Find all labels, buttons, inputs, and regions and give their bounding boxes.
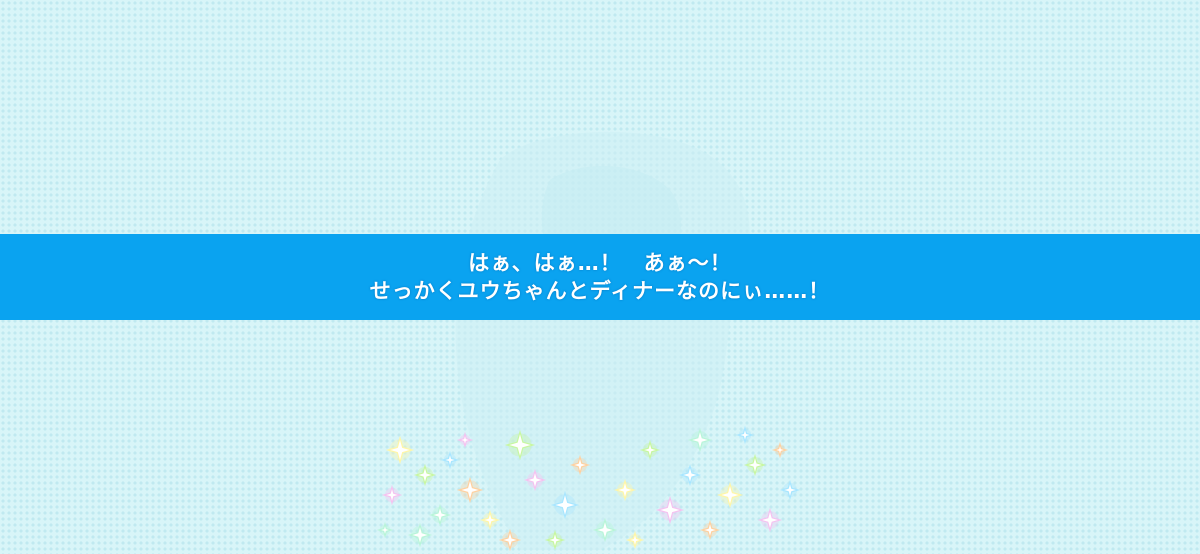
sparkle-star xyxy=(735,425,755,445)
sparkle-star xyxy=(385,435,415,465)
sparkle-star xyxy=(678,463,702,487)
sparkle-star xyxy=(550,490,580,520)
sparkle-star xyxy=(440,450,460,470)
sparkle-star xyxy=(743,453,767,477)
sparkle-star xyxy=(479,509,501,531)
character-silhouette xyxy=(455,131,750,550)
sparkle-star xyxy=(428,503,452,527)
dialogue-box[interactable]: はぁ、はぁ…！ あぁ～！ せっかくユウちゃんとディナーなのにぃ……！ xyxy=(0,234,1200,320)
sparkle-star xyxy=(376,521,394,539)
sparkle-star xyxy=(381,484,403,506)
sparkle-star xyxy=(699,519,721,541)
sparkle-star xyxy=(456,431,474,449)
sparkle-star xyxy=(413,463,437,487)
sparkle-star xyxy=(655,495,685,525)
sparkle-star xyxy=(592,517,618,543)
sparkle-star xyxy=(625,530,645,550)
sparkle-star xyxy=(569,454,591,476)
sparkle-star xyxy=(716,481,744,509)
sparkle-star xyxy=(544,529,566,551)
sparkle-star xyxy=(407,522,433,548)
sparkle-star xyxy=(456,476,484,504)
sparkle-cluster-icon xyxy=(376,425,801,552)
sparkle-star xyxy=(771,441,789,459)
sparkle-star xyxy=(639,439,661,461)
sparkle-star xyxy=(498,528,522,552)
sparkle-star xyxy=(523,468,547,492)
game-scene[interactable]: はぁ、はぁ…！ あぁ～！ せっかくユウちゃんとディナーなのにぃ……！ xyxy=(0,0,1200,554)
sparkle-star xyxy=(687,427,713,453)
sparkle-star xyxy=(779,479,801,501)
sparkle-star xyxy=(613,478,637,502)
dialogue-line-1: はぁ、はぁ…！ あぁ～！ xyxy=(468,251,732,275)
sparkle-star xyxy=(504,429,536,461)
dialogue-line-2: せっかくユウちゃんとディナーなのにぃ……！ xyxy=(369,279,831,303)
sparkle-star xyxy=(757,507,783,533)
